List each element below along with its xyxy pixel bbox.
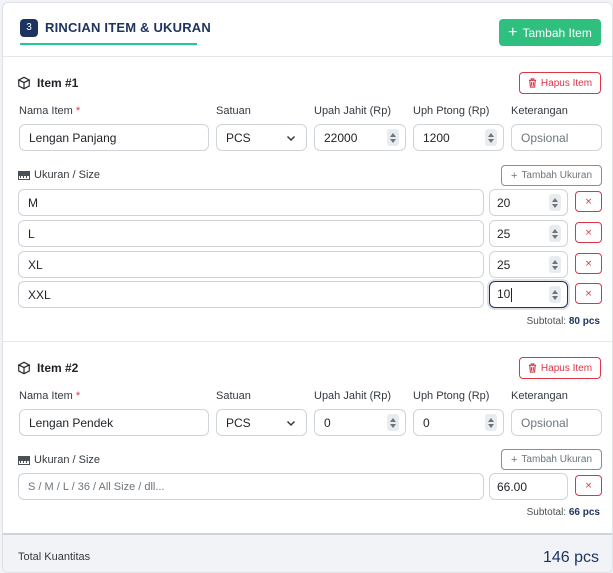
size-qty-input[interactable]: 25 [489,220,568,247]
plus-icon: + [510,453,518,466]
remove-item-label: Hapus Item [540,362,593,374]
size-qty-input[interactable]: 25 [489,251,568,278]
item-name-input[interactable]: Lengan Panjang [19,124,209,151]
items-card: 3 RINCIAN ITEM & UKURAN + Tambah Item It… [2,2,613,573]
size-section-label: Ukuran / Size [18,454,100,466]
add-size-button[interactable]: + Tambah Ukuran [501,449,602,470]
item-name-label: Nama Item * [19,390,81,402]
number-spinner[interactable] [485,129,497,146]
remove-size-button[interactable]: × [575,283,602,304]
size-row: XL 25 × [18,251,602,278]
chevron-down-icon [286,420,296,426]
plus-icon: + [508,23,518,41]
add-size-button[interactable]: + Tambah Ukuran [501,165,602,186]
ruler-icon [18,455,30,465]
trash-icon [528,78,537,88]
notes-input[interactable]: Opsional [511,409,602,436]
notes-label: Keterangan [511,390,568,402]
size-name-input[interactable]: XXL [18,281,484,308]
card-header: 3 RINCIAN ITEM & UKURAN + Tambah Item [3,3,612,57]
remove-item-button[interactable]: Hapus Item [519,357,601,379]
unit-select[interactable]: PCS [216,409,307,436]
item-title: Item #1 [17,76,78,90]
item-subtotal: Subtotal: 80 pcs [526,316,600,327]
plus-icon: + [510,169,518,182]
sewing-wage-label: Upah Jahit (Rp) [314,105,392,117]
unit-select[interactable]: PCS [216,124,307,151]
title-underline [20,43,197,45]
notes-input[interactable]: Opsional [511,124,602,151]
number-spinner[interactable] [485,414,497,431]
text-caret [511,287,513,302]
remove-item-label: Hapus Item [540,77,593,89]
total-label: Total Kuantitas [18,551,91,563]
step-badge: 3 [20,19,38,37]
cutting-wage-label: Uph Ptong (Rp) [413,105,490,117]
section-title: RINCIAN ITEM & UKURAN [45,20,211,35]
item-name-input[interactable]: Lengan Pendek [19,409,209,436]
remove-size-button[interactable]: × [575,222,602,243]
size-name-input[interactable]: XL [18,251,484,278]
remove-size-button[interactable]: × [575,191,602,212]
number-spinner[interactable] [549,194,561,211]
sewing-wage-input[interactable]: 22000 [314,124,406,151]
box-icon [17,76,31,90]
remove-size-button[interactable]: × [575,253,602,274]
size-qty-input[interactable]: 10 [489,281,568,308]
size-row: S / M / L / 36 / All Size / dll... 66.00… [18,473,602,500]
item-block-2: Item #2 Hapus Item Nama Item * Satuan Up… [3,343,612,533]
item-name-label: Nama Item * [19,105,81,117]
sewing-wage-label: Upah Jahit (Rp) [314,390,392,402]
size-row: L 25 × [18,220,602,247]
box-icon [17,361,31,375]
number-spinner[interactable] [549,286,561,303]
sewing-wage-input[interactable]: 0 [314,409,406,436]
remove-item-button[interactable]: Hapus Item [519,72,601,94]
number-spinner[interactable] [387,129,399,146]
cutting-wage-input[interactable]: 0 [413,409,504,436]
add-item-button[interactable]: + Tambah Item [499,19,601,46]
size-row: XXL 10 × [18,281,602,308]
total-footer: Total Kuantitas 146 pcs [3,533,612,572]
chevron-down-icon [286,135,296,141]
total-value: 146 pcs [542,549,599,566]
number-spinner[interactable] [387,414,399,431]
size-name-input[interactable]: S / M / L / 36 / All Size / dll... [18,473,484,500]
item-block-1: Item #1 Hapus Item Nama Item * Satuan Up… [3,58,612,342]
size-qty-input[interactable]: 20 [489,189,568,216]
cutting-wage-input[interactable]: 1200 [413,124,504,151]
number-spinner[interactable] [549,225,561,242]
item-subtotal: Subtotal: 66 pcs [526,507,600,518]
number-spinner[interactable] [549,256,561,273]
unit-label: Satuan [216,390,251,402]
size-name-input[interactable]: L [18,220,484,247]
cutting-wage-label: Uph Ptong (Rp) [413,390,490,402]
ruler-icon [18,170,30,180]
size-qty-input[interactable]: 66.00 [489,473,568,500]
unit-label: Satuan [216,105,251,117]
remove-size-button[interactable]: × [575,475,602,496]
notes-label: Keterangan [511,105,568,117]
size-name-input[interactable]: M [18,189,484,216]
add-item-label: Tambah Item [522,25,592,40]
item-title: Item #2 [17,361,78,375]
trash-icon [528,363,537,373]
item-title-text: Item #1 [37,76,79,90]
size-section-label: Ukuran / Size [18,169,100,181]
size-row: M 20 × [18,189,602,216]
item-title-text: Item #2 [37,361,79,375]
